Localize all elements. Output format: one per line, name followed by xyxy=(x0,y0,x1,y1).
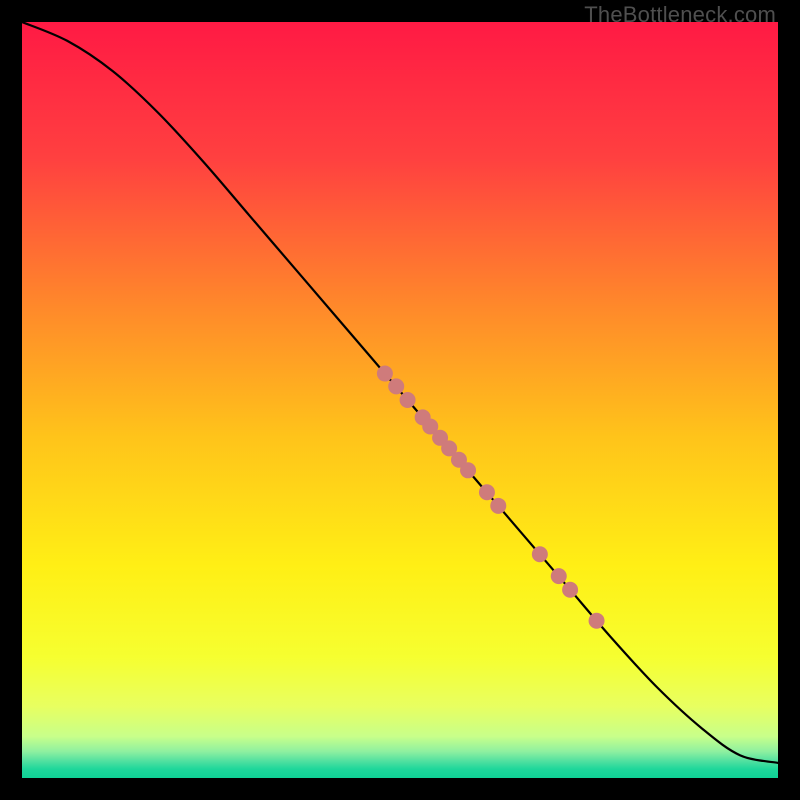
marker-dot xyxy=(551,568,567,584)
chart-frame xyxy=(22,22,778,778)
marker-dot xyxy=(460,462,476,478)
marker-dot xyxy=(388,378,404,394)
watermark-text: TheBottleneck.com xyxy=(584,2,776,28)
marker-dot xyxy=(562,582,578,598)
marker-dot xyxy=(589,613,605,629)
marker-dot xyxy=(490,498,506,514)
marker-dot xyxy=(479,484,495,500)
marker-dot xyxy=(400,392,416,408)
chart-svg xyxy=(22,22,778,778)
marker-dot xyxy=(532,546,548,562)
marker-dot xyxy=(377,366,393,382)
